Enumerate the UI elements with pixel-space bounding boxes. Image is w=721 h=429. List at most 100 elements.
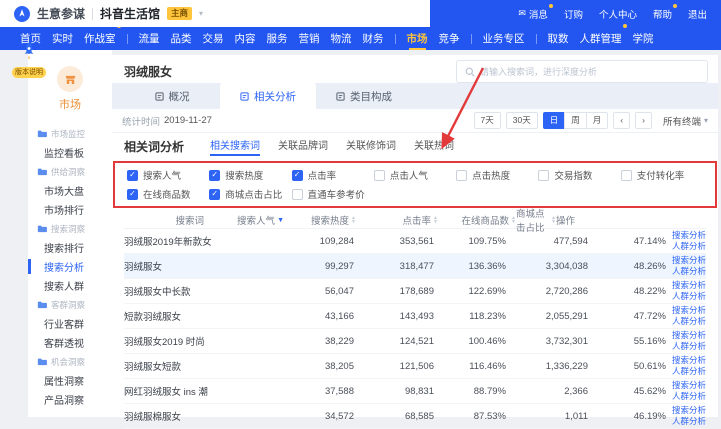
version-badge[interactable]: 版本说明 <box>12 67 46 78</box>
metric-checkbox[interactable]: ✓ 搜索人气 <box>127 168 209 182</box>
column-header[interactable]: 操作 ▲▼ <box>556 213 575 227</box>
search-heat-cell: 98,831 <box>354 386 434 397</box>
range-7d-button[interactable]: 7天 <box>474 112 501 129</box>
nav-item[interactable]: 流量 <box>139 27 160 50</box>
search-input[interactable] <box>480 67 699 77</box>
nav-item[interactable]: 内容 <box>235 27 256 50</box>
nav-item[interactable]: 市场 <box>407 27 428 50</box>
search-analysis-link[interactable]: 搜索分析 <box>672 231 706 241</box>
sidebar-item[interactable]: 市场排行 <box>28 200 112 219</box>
audience-analysis-link[interactable]: 人群分析 <box>672 367 706 377</box>
nav-item[interactable]: 财务 <box>363 27 384 50</box>
metric-checkbox[interactable]: ✓ 点击人气 <box>374 168 456 182</box>
nav-item[interactable]: 取数 <box>548 27 569 50</box>
sidebar-item[interactable]: 市场监控 <box>28 124 112 143</box>
audience-analysis-link[interactable]: 人群分析 <box>672 242 706 252</box>
nav-item[interactable]: 学院 <box>633 27 654 50</box>
nav-item[interactable] <box>536 34 537 44</box>
column-header[interactable]: 商城点击占比 ▲▼ <box>516 206 556 234</box>
check-icon: ✓ <box>129 190 136 198</box>
range-30d-button[interactable]: 30天 <box>506 112 538 129</box>
sidebar-item[interactable]: 机会洞察 <box>28 352 112 371</box>
audience-analysis-link[interactable]: 人群分析 <box>672 292 706 302</box>
nav-item[interactable]: 物流 <box>331 27 352 50</box>
nav-item[interactable]: 实时 <box>52 27 73 50</box>
table-row: 羽绒服2019年新款女 109,284 353,561 109.75% 477,… <box>124 229 706 254</box>
column-header[interactable]: 在线商品数 ▲▼ <box>438 213 516 227</box>
nav-item[interactable] <box>395 34 396 44</box>
sidebar-item[interactable]: 搜索排行 <box>28 238 112 257</box>
granularity-day-button[interactable]: 日 <box>543 112 566 129</box>
nav-item[interactable]: 业务专区 <box>483 27 525 50</box>
search-heat-cell: 178,689 <box>354 286 434 297</box>
nav-item[interactable] <box>471 34 472 44</box>
sidebar-item[interactable]: 搜索洞察 <box>28 219 112 238</box>
granularity-month-button[interactable]: 月 <box>586 112 609 129</box>
account-link[interactable]: ✉个人中心 <box>599 7 637 21</box>
terminal-dropdown[interactable]: 所有终端 ▾ <box>663 114 708 128</box>
metric-checkbox[interactable]: ✓ 搜索热度 <box>209 168 291 182</box>
sidebar-item[interactable]: 搜索人群 <box>28 276 112 295</box>
sidebar-item[interactable]: 行业客群 <box>28 314 112 333</box>
keyword-cell: 网红羽绒服女 ins 潮 <box>124 384 274 398</box>
column-header[interactable]: 搜索词 ▲▼ <box>124 213 204 227</box>
search-analysis-link[interactable]: 搜索分析 <box>672 381 706 391</box>
nav-item[interactable] <box>127 34 128 44</box>
sidebar-item[interactable]: 市场大盘 <box>28 181 112 200</box>
account-link[interactable]: ✉帮助 <box>653 7 672 21</box>
chevron-down-icon[interactable]: ▾ <box>199 9 203 18</box>
search-analysis-link[interactable]: 搜索分析 <box>672 281 706 291</box>
metric-checkbox[interactable]: ✓ 点击热度 <box>456 168 538 182</box>
metric-checkbox[interactable]: ✓ 点击率 <box>292 168 374 182</box>
nav-item[interactable]: 作战室 <box>84 27 116 50</box>
granularity-week-button[interactable]: 周 <box>564 112 587 129</box>
sidebar-item[interactable]: 供给洞察 <box>28 162 112 181</box>
metric-checkbox[interactable]: ✓ 在线商品数 <box>127 187 209 201</box>
content-tab[interactable]: 类目构成 <box>316 83 412 109</box>
word-type-tab[interactable]: 相关搜索词 <box>210 137 260 155</box>
nav-item[interactable]: 人群管理 <box>580 27 622 50</box>
nav-item[interactable]: 服务 <box>267 27 288 50</box>
audience-analysis-link[interactable]: 人群分析 <box>672 342 706 352</box>
content-tab[interactable]: 概况 <box>124 83 220 109</box>
prev-period-button[interactable]: ‹ <box>613 112 630 129</box>
metric-checkbox[interactable]: ✓ 交易指数 <box>538 168 620 182</box>
sidebar-item[interactable]: 搜索分析 <box>28 257 112 276</box>
version-widget[interactable]: 版本说明 <box>4 41 54 79</box>
column-header[interactable]: 点击率 ▲▼ <box>356 213 438 227</box>
metric-checkbox[interactable]: ✓ 直通车参考价 <box>292 187 374 201</box>
search-analysis-link[interactable]: 搜索分析 <box>672 406 706 416</box>
content-tab[interactable]: 相关分析 <box>220 83 316 109</box>
sidebar-item[interactable]: 产品洞察 <box>28 390 112 409</box>
account-link[interactable]: ✉消息 <box>518 7 548 21</box>
audience-analysis-link[interactable]: 人群分析 <box>672 392 706 402</box>
account-link[interactable]: ✉订购 <box>564 7 583 21</box>
audience-analysis-link[interactable]: 人群分析 <box>672 267 706 277</box>
nav-item[interactable]: 竞争 <box>439 27 460 50</box>
sidebar-item[interactable]: 监控看板 <box>28 143 112 162</box>
nav-item[interactable]: 交易 <box>203 27 224 50</box>
search-analysis-link[interactable]: 搜索分析 <box>672 331 706 341</box>
audience-analysis-link[interactable]: 人群分析 <box>672 317 706 327</box>
column-header[interactable]: 搜索人气 ▲▼ <box>204 213 284 227</box>
sidebar-item[interactable]: 客群洞察 <box>28 295 112 314</box>
audience-analysis-link[interactable]: 人群分析 <box>672 417 706 427</box>
next-period-button[interactable]: › <box>635 112 652 129</box>
nav-item[interactable]: 营销 <box>299 27 320 50</box>
nav-item[interactable]: 品类 <box>171 27 192 50</box>
sidebar-item[interactable]: 属性洞察 <box>28 371 112 390</box>
column-header[interactable]: 搜索热度 ▲▼ <box>284 213 356 227</box>
word-type-tab[interactable]: 关联热词 <box>414 137 454 155</box>
sidebar-item[interactable]: 客群透视 <box>28 333 112 352</box>
metric-checkbox[interactable]: ✓ 支付转化率 <box>621 168 703 182</box>
checkbox-icon: ✓ <box>292 170 303 181</box>
account-link[interactable]: ✉退出 <box>688 7 707 21</box>
search-analysis-link[interactable]: 搜索分析 <box>672 356 706 366</box>
word-type-tab[interactable]: 关联修饰词 <box>346 137 396 155</box>
search-analysis-link[interactable]: 搜索分析 <box>672 256 706 266</box>
search-popularity-cell: 109,284 <box>274 236 354 247</box>
sort-icon[interactable]: ▲▼ <box>277 217 284 224</box>
search-analysis-link[interactable]: 搜索分析 <box>672 306 706 316</box>
metric-checkbox[interactable]: ✓ 商城点击占比 <box>209 187 291 201</box>
word-type-tab[interactable]: 关联品牌词 <box>278 137 328 155</box>
